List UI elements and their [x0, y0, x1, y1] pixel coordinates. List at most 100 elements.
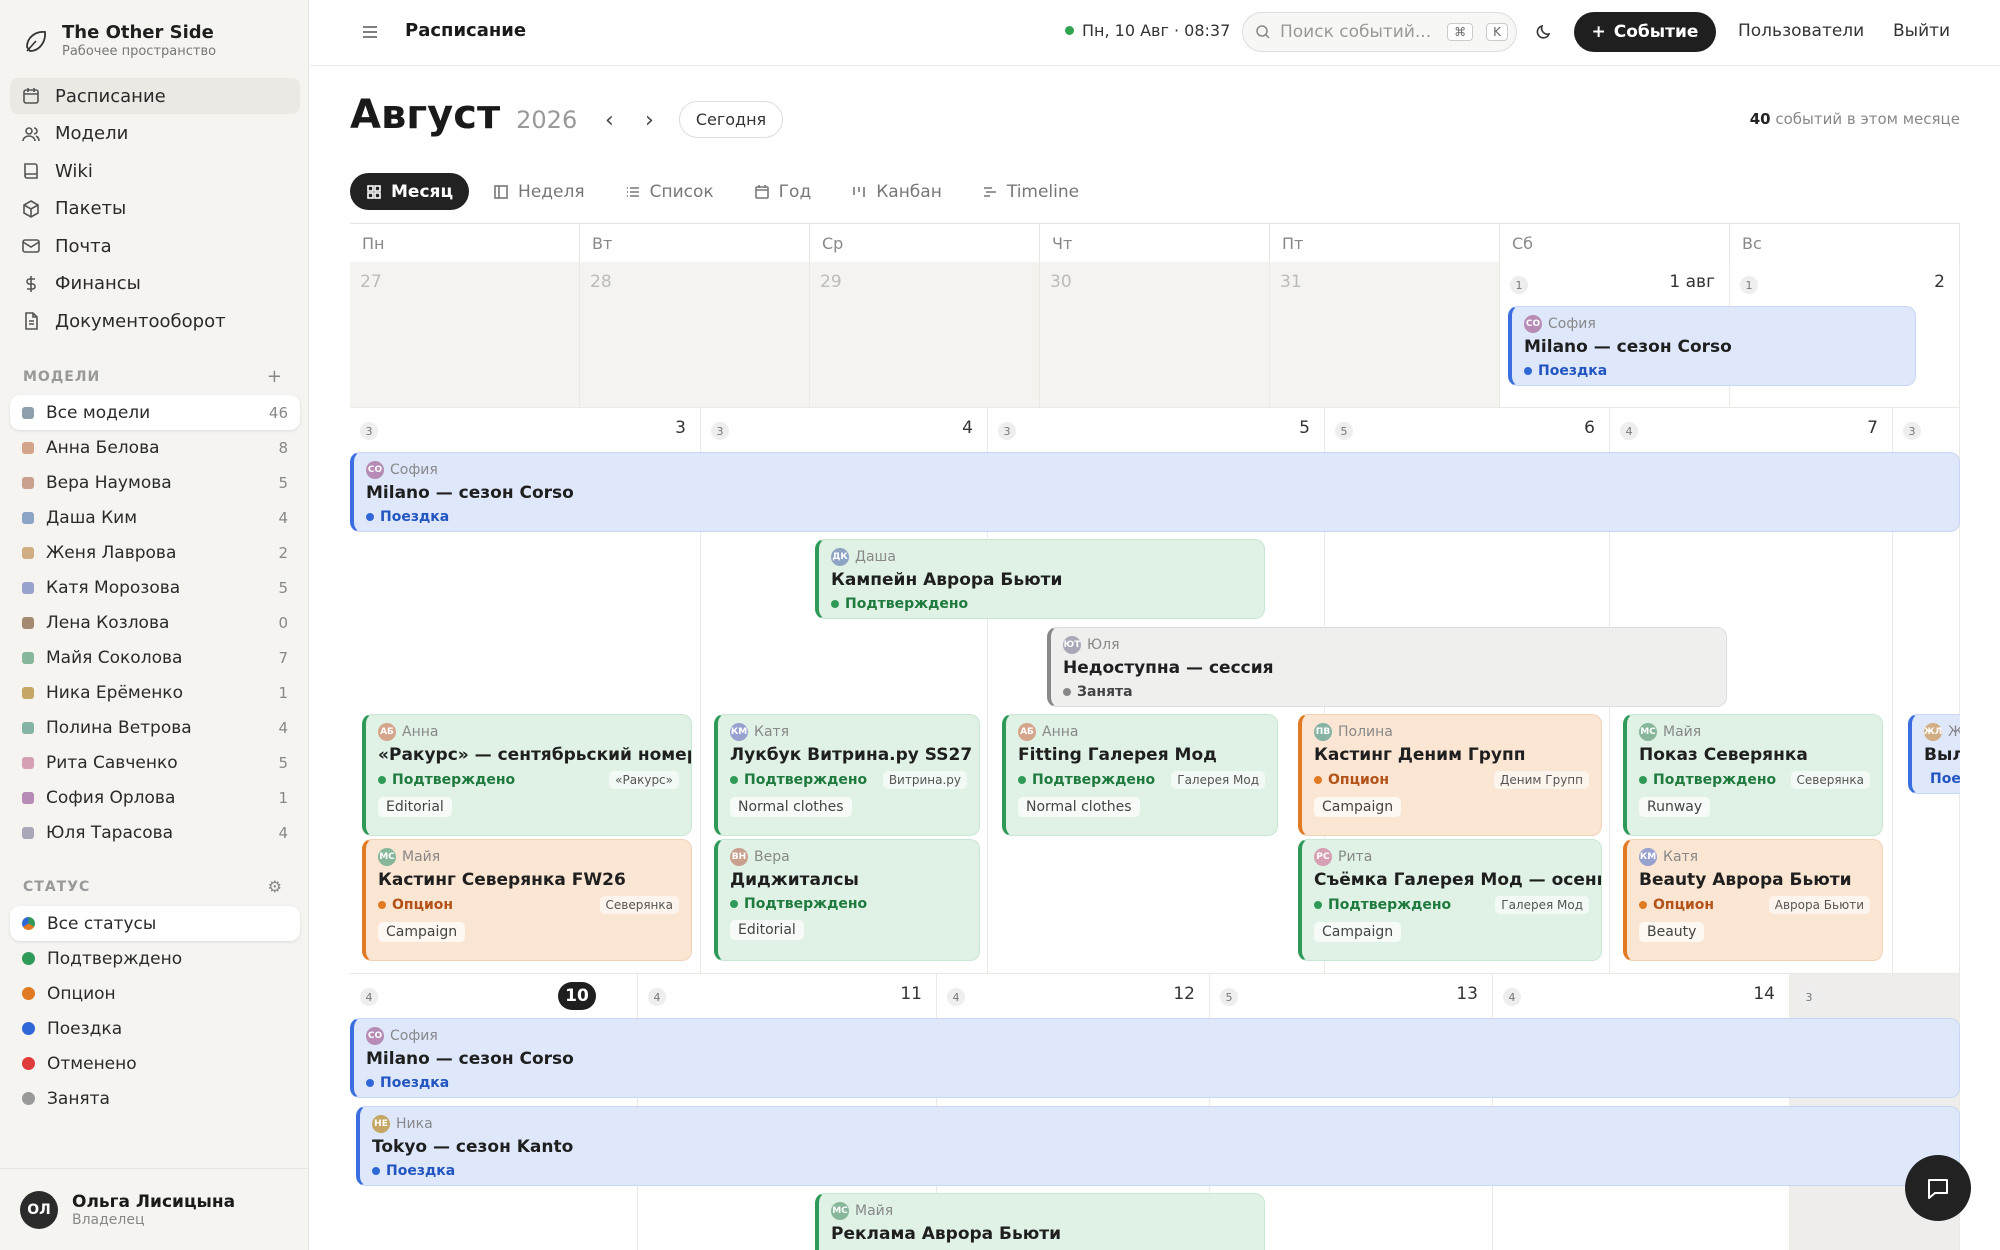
event-card[interactable]: ПВ Полина Кастинг Деним Групп Опцион Деним Г… — [1298, 714, 1602, 836]
add-model-button[interactable]: + — [267, 366, 283, 387]
event-model: МС Майя — [1639, 723, 1870, 741]
event-model: КМ Катя — [730, 723, 967, 741]
model-filter-label: Даша Ким — [46, 507, 138, 528]
event-card[interactable]: НЕ Ника Tokyo — сезон Kanto Поездка — [356, 1106, 1960, 1186]
event-card[interactable]: ДК Даша Кампейн Аврора Бьюти Подтверждено — [815, 539, 1265, 619]
event-card[interactable]: СО София Milano — сезон Corso Поездка — [1508, 306, 1916, 386]
day-number: 4 — [962, 418, 973, 438]
brand[interactable]: The Other Side Рабочее пространство — [22, 22, 216, 60]
model-filter-item[interactable]: Вера Наумова 5 — [10, 465, 300, 500]
chat-icon — [1928, 1179, 1948, 1199]
tab-kanban[interactable]: Канбан — [835, 173, 958, 210]
event-card[interactable]: СО София Milano — сезон Corso Поездка — [350, 452, 1960, 532]
tab-timeline[interactable]: Timeline — [966, 173, 1095, 210]
prev-month-icon[interactable]: ‹ — [605, 108, 614, 133]
logout-link[interactable]: Выйти — [1893, 21, 1950, 41]
menu-icon[interactable] — [360, 22, 380, 42]
day-cell[interactable]: 29 — [810, 262, 1040, 408]
avatar: АБ — [378, 723, 396, 741]
tab-month[interactable]: Месяц — [350, 173, 470, 210]
event-status-label: Подтверждено — [1653, 772, 1777, 788]
status-filter-item[interactable]: Все статусы — [10, 906, 300, 941]
day-event-count: 4 — [1620, 422, 1638, 440]
model-filter-item[interactable]: Ника Ерёменко 1 — [10, 675, 300, 710]
status-filter-item[interactable]: Опцион — [10, 976, 300, 1011]
event-client: Северянка — [599, 896, 679, 914]
day-number: 1 авг — [1669, 272, 1715, 292]
status-color-dot — [22, 987, 35, 1000]
event-card[interactable]: МС Майя Кастинг Северянка FW26 Опцион Северя… — [362, 839, 692, 961]
day-number: 13 — [1456, 984, 1478, 1004]
moon-icon[interactable] — [1534, 22, 1554, 42]
today-button[interactable]: Сегодня — [679, 101, 783, 138]
event-card[interactable]: КМ Катя Лукбук Витрина.ру SS27 Подтверждено… — [714, 714, 980, 836]
event-status: Поездка — [372, 1163, 1947, 1179]
status-filter-item[interactable]: Подтверждено — [10, 941, 300, 976]
event-card[interactable]: РС Рита Съёмка Галерея Мод — осень Подтверж… — [1298, 839, 1602, 961]
tab-year[interactable]: Год — [738, 173, 828, 210]
nav-models[interactable]: Модели — [10, 116, 300, 152]
status-filter-item[interactable]: Отменено — [10, 1046, 300, 1081]
event-status: Поездка — [366, 1075, 1947, 1091]
users-link[interactable]: Пользователи — [1738, 21, 1864, 41]
model-filter-item[interactable]: Полина Ветрова 4 — [10, 710, 300, 745]
nav-label: Документооборот — [55, 310, 226, 332]
model-filter-label: Ника Ерёменко — [46, 682, 183, 703]
nav-packages[interactable]: Пакеты — [10, 191, 300, 227]
model-filter-item[interactable]: Майя Соколова 7 — [10, 640, 300, 675]
status-filter-item[interactable]: Поездка — [10, 1011, 300, 1046]
model-filter-item[interactable]: София Орлова 1 — [10, 780, 300, 815]
day-cell[interactable]: 28 — [580, 262, 810, 408]
model-filter-item[interactable]: Даша Ким 4 — [10, 500, 300, 535]
nav-schedule[interactable]: Расписание — [10, 78, 300, 114]
nav-finance[interactable]: Финансы — [10, 266, 300, 302]
users-icon — [22, 126, 40, 141]
day-cell[interactable]: 31 — [1270, 262, 1500, 408]
event-status-label: Подтверждено — [1328, 897, 1452, 913]
event-card[interactable]: АБ Анна «Ракурс» — сентябрьский номер Подтв… — [362, 714, 692, 836]
search-placeholder: Поиск событий... — [1280, 22, 1432, 42]
event-card[interactable]: АБ Анна Fitting Галерея Мод Подтверждено Гал… — [1002, 714, 1278, 836]
model-color-swatch — [22, 581, 34, 594]
event-card[interactable]: КМ Катя Beauty Аврора Бьюти Опцион Аврора Бь… — [1623, 839, 1883, 961]
tab-label: Год — [778, 181, 812, 202]
day-cell[interactable]: 27 — [350, 262, 580, 408]
status-dot-icon — [372, 1167, 380, 1175]
new-event-button[interactable]: + Событие — [1574, 12, 1716, 52]
model-filter-item[interactable]: Лена Козлова 0 — [10, 605, 300, 640]
event-card[interactable]: МС Майя Показ Северянка Подтверждено Северян… — [1623, 714, 1883, 836]
day-number: 11 — [900, 984, 922, 1004]
event-title: Лукбук Витрина.ру SS27 — [730, 745, 973, 765]
event-card[interactable]: СО София Milano — сезон Corso Поездка — [350, 1018, 1960, 1098]
user-profile[interactable]: ОЛ Ольга Лисицына Владелец — [0, 1168, 309, 1250]
model-filter-item[interactable]: Женя Лаврова 2 — [10, 535, 300, 570]
event-model-name: Катя — [754, 724, 790, 740]
nav-wiki[interactable]: Wiki — [10, 153, 300, 189]
day-cell[interactable]: 30 — [1040, 262, 1270, 408]
model-filter-item[interactable]: Юля Тарасова 4 — [10, 815, 300, 850]
gear-icon[interactable]: ⚙ — [268, 877, 283, 896]
nav-mail[interactable]: Почта — [10, 228, 300, 264]
model-filter-item[interactable]: Все модели 46 — [10, 395, 300, 430]
model-filter-item[interactable]: Анна Белова 8 — [10, 430, 300, 465]
event-model-name: Майя — [1663, 724, 1702, 740]
next-month-icon[interactable]: › — [645, 108, 654, 133]
status-filter-item[interactable]: Занята — [10, 1081, 300, 1116]
day-number: 30 — [1050, 272, 1072, 292]
event-card[interactable]: ВН Вера Диджиталсы Подтверждено Editorial — [714, 839, 980, 961]
model-filter-item[interactable]: Рита Савченко 5 — [10, 745, 300, 780]
event-card[interactable]: МСМайяРеклама Аврора БьютиПодтверждено — [815, 1193, 1265, 1250]
chat-button[interactable] — [1905, 1155, 1971, 1221]
event-model: МС Майя — [378, 848, 679, 866]
nav-documents[interactable]: Документооборот — [10, 303, 300, 339]
event-model-name: Анна — [402, 724, 439, 740]
model-filter-item[interactable]: Катя Морозова 5 — [10, 570, 300, 605]
model-color-swatch — [22, 686, 34, 699]
event-model: АБ Анна — [1018, 723, 1265, 741]
search-input[interactable]: Поиск событий... ⌘ K — [1242, 12, 1517, 52]
event-title: Недоступна — сессия — [1063, 658, 1274, 678]
tab-list[interactable]: Список — [609, 173, 730, 210]
tab-week[interactable]: Неделя — [477, 173, 601, 210]
event-card[interactable]: ЖЛ Женя Вылет — Токио Поездка — [1908, 714, 1960, 794]
event-card[interactable]: ЮТ Юля Недоступна — сессия Занята — [1047, 627, 1727, 707]
